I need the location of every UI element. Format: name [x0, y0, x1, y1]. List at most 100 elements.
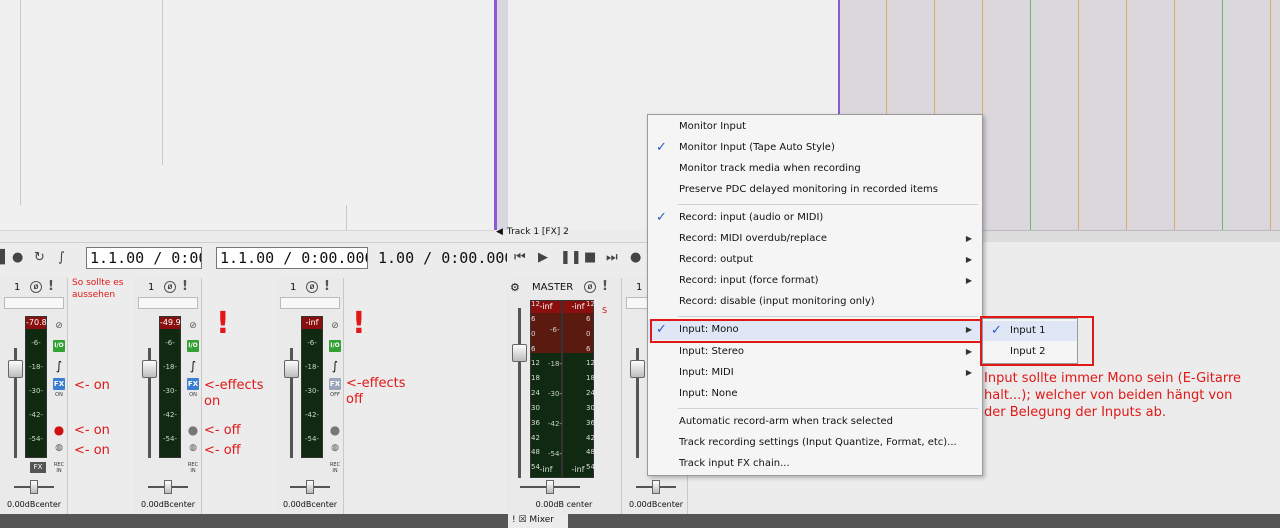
route-icon[interactable]: ⊘ — [187, 320, 199, 332]
fx-button[interactable]: FX — [53, 378, 65, 390]
pan-slider[interactable] — [290, 480, 330, 494]
menu-item-record-midi-overdub[interactable]: Record: MIDI overdub/replace ▶ — [648, 229, 982, 249]
time-display-1[interactable]: 1.1.00 / 0:00 — [86, 247, 202, 269]
master-scale-label: 30 — [531, 403, 540, 412]
annotation-input-note: Input sollte immer Mono sein (E-Gitarre … — [984, 371, 1242, 420]
volume-fader[interactable] — [630, 360, 645, 378]
level-meter: -70.8 -6- -18- -30- -42- -54- — [25, 316, 47, 458]
fx-button[interactable]: FX — [187, 378, 199, 390]
volume-fader[interactable] — [8, 360, 23, 378]
volume-fader[interactable] — [512, 344, 527, 362]
io-button[interactable]: I/O — [329, 340, 341, 352]
phase-icon[interactable]: ø — [164, 281, 176, 293]
route-icon[interactable]: ⊘ — [329, 320, 341, 332]
master-scale-label: 48 — [531, 448, 540, 457]
solo-defeat-icon[interactable]: ! — [324, 279, 330, 294]
menu-item-input-midi[interactable]: Input: MIDI ▶ — [648, 363, 982, 383]
menu-item-track-recording-settings[interactable]: Track recording settings (Input Quantize… — [648, 433, 982, 453]
pan-slider[interactable] — [148, 480, 188, 494]
track-name-field[interactable] — [4, 297, 64, 309]
menu-item-input-stereo[interactable]: Input: Stereo ▶ — [648, 342, 982, 362]
stop-square-icon[interactable]: ■ — [584, 251, 596, 265]
check-icon: ✓ — [656, 140, 667, 155]
route-icon[interactable]: ⊘ — [53, 320, 65, 332]
menu-item-monitor-tape-auto[interactable]: ✓ Monitor Input (Tape Auto Style) — [648, 138, 982, 158]
record-arm-icon[interactable]: ● — [187, 424, 199, 436]
mixer-strip-2[interactable]: 1 ø ! -49.9 -6- -18- -30- -42- -54- ⊘ I/… — [134, 278, 202, 514]
menu-item-input-none[interactable]: Input: None — [648, 384, 982, 404]
track-label-text: Track 1 [FX] 2 — [506, 227, 569, 237]
monitor-icon[interactable]: ◍ — [187, 442, 199, 454]
solo-defeat-icon[interactable]: ! — [48, 279, 54, 294]
io-button[interactable]: I/O — [53, 340, 65, 352]
envelope-icon[interactable]: ∫ — [329, 360, 341, 372]
peak-readout: -inf — [302, 317, 322, 329]
pan-slider[interactable] — [636, 480, 676, 494]
time-display-2[interactable]: 1.1.00 / 0:00.000 — [216, 247, 368, 269]
pan-slider[interactable] — [14, 480, 54, 494]
peak-readout: -49.9 — [160, 317, 181, 329]
fx-button[interactable]: FX — [329, 378, 341, 390]
phase-icon[interactable]: ø — [30, 281, 42, 293]
solo-defeat-icon[interactable]: ! — [602, 279, 608, 294]
track-name-field[interactable] — [138, 297, 198, 309]
menu-item-record-force-format[interactable]: Record: input (force format) ▶ — [648, 271, 982, 291]
menu-item-record-input[interactable]: ✓ Record: input (audio or MIDI) — [648, 208, 982, 228]
monitor-icon[interactable]: ◍ — [329, 442, 341, 454]
solo-defeat-icon[interactable]: ! — [182, 279, 188, 294]
metronome-icon[interactable]: ∫ — [58, 251, 65, 265]
envelope-icon[interactable]: ∫ — [187, 360, 199, 372]
volume-fader[interactable] — [142, 360, 157, 378]
annotation-exclamation: ! — [352, 306, 366, 341]
volume-fader-track — [518, 308, 521, 478]
gridline — [1222, 0, 1223, 230]
envelope-icon[interactable]: ∫ — [53, 360, 65, 372]
record-icon[interactable]: ● — [630, 251, 641, 265]
io-button[interactable]: I/O — [187, 340, 199, 352]
meter-mark: -30- — [163, 387, 177, 395]
play-icon[interactable]: ▶ — [538, 251, 548, 265]
submenu-arrow-icon: ▶ — [965, 347, 972, 356]
close-icon[interactable]: ! ☒ — [512, 515, 527, 525]
repeat-icon[interactable]: ↻ — [34, 251, 45, 265]
menu-item-record-output[interactable]: Record: output ▶ — [648, 250, 982, 270]
volume-fader[interactable] — [284, 360, 299, 378]
scrollbar[interactable] — [983, 230, 1280, 242]
monitor-icon[interactable]: ◍ — [53, 442, 65, 454]
record-icon[interactable]: ● — [12, 251, 23, 265]
master-scale-label: 6 — [531, 344, 536, 353]
pause-icon[interactable]: ❚❚ — [560, 251, 582, 265]
collapse-arrow-icon[interactable]: ◀ — [496, 227, 503, 237]
record-arm-icon[interactable]: ● — [329, 424, 341, 436]
gridline — [1126, 0, 1127, 230]
arrange-view-left[interactable] — [0, 0, 494, 231]
menu-item-monitor-input[interactable]: Monitor Input — [648, 117, 982, 137]
master-strip[interactable]: ⚙ MASTER ø ! S -inf -inf -inf -inf -6- -… — [506, 278, 622, 514]
phase-icon[interactable]: ø — [306, 281, 318, 293]
fx-bypass-button[interactable]: FX — [30, 462, 46, 473]
menu-item-auto-record-arm[interactable]: Automatic record-arm when track selected — [648, 412, 982, 432]
menu-item-monitor-track-media[interactable]: Monitor track media when recording — [648, 159, 982, 179]
menu-item-track-input-fx-chain[interactable]: Track input FX chain... — [648, 454, 982, 474]
time-display-3[interactable]: 1.00 / 0:00.000 — [374, 247, 508, 269]
stop-icon[interactable]: ▌ — [0, 251, 10, 265]
rewind-icon[interactable]: ⏮ — [514, 251, 526, 265]
phase-icon[interactable]: ø — [584, 281, 596, 293]
forward-icon[interactable]: ⏭ — [606, 251, 618, 265]
master-settings-icon[interactable]: ⚙ — [510, 281, 520, 294]
master-scale-label: 24 — [586, 389, 595, 397]
mixer-tab[interactable]: ! ☒ Mixer — [508, 514, 568, 528]
submenu-arrow-icon: ▶ — [965, 234, 972, 243]
track-name-field[interactable] — [280, 297, 340, 309]
menu-item-record-disable[interactable]: Record: disable (input monitoring only) — [648, 292, 982, 312]
record-arm-icon[interactable]: ● — [53, 424, 65, 436]
mixer-tab-label: Mixer — [529, 515, 554, 525]
highlight-submenu — [980, 316, 1094, 366]
menu-item-preserve-pdc[interactable]: Preserve PDC delayed monitoring in recor… — [648, 180, 982, 200]
master-scale-label: 54 — [586, 463, 595, 472]
mixer-strip-1[interactable]: 1 ø ! -70.8 -6- -18- -30- -42- -54- ⊘ I/… — [0, 278, 68, 514]
mixer-strip-3[interactable]: 1 ø ! -inf -6- -18- -30- -42- -54- ⊘ I/O… — [276, 278, 344, 514]
master-scale-label: 48 — [586, 448, 595, 457]
pan-slider[interactable] — [520, 480, 580, 494]
master-scale-label: 18 — [531, 374, 540, 383]
